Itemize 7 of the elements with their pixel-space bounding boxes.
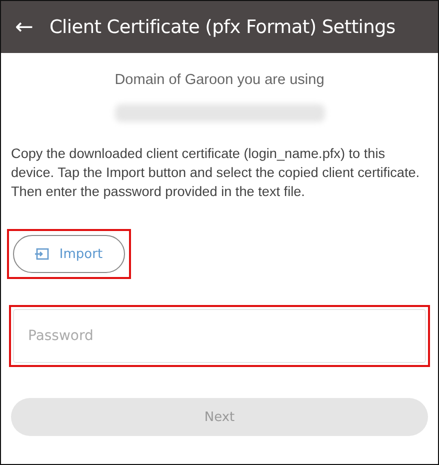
instructions-text: Copy the downloaded client certificate (login_name.pfx) to this device. Tap the Import button and select the copied client certificate. Then enter the password provided in the text file.	[11, 145, 421, 201]
domain-label: Domain of Garoon you are using	[114, 72, 326, 88]
password-field[interactable]: Password	[13, 309, 426, 363]
import-button[interactable]: Import	[13, 235, 125, 273]
back-button[interactable]: ←	[11, 14, 38, 40]
import-icon	[35, 248, 50, 260]
screen-title: Client Certificate (pfx Format) Settings	[49, 16, 396, 38]
